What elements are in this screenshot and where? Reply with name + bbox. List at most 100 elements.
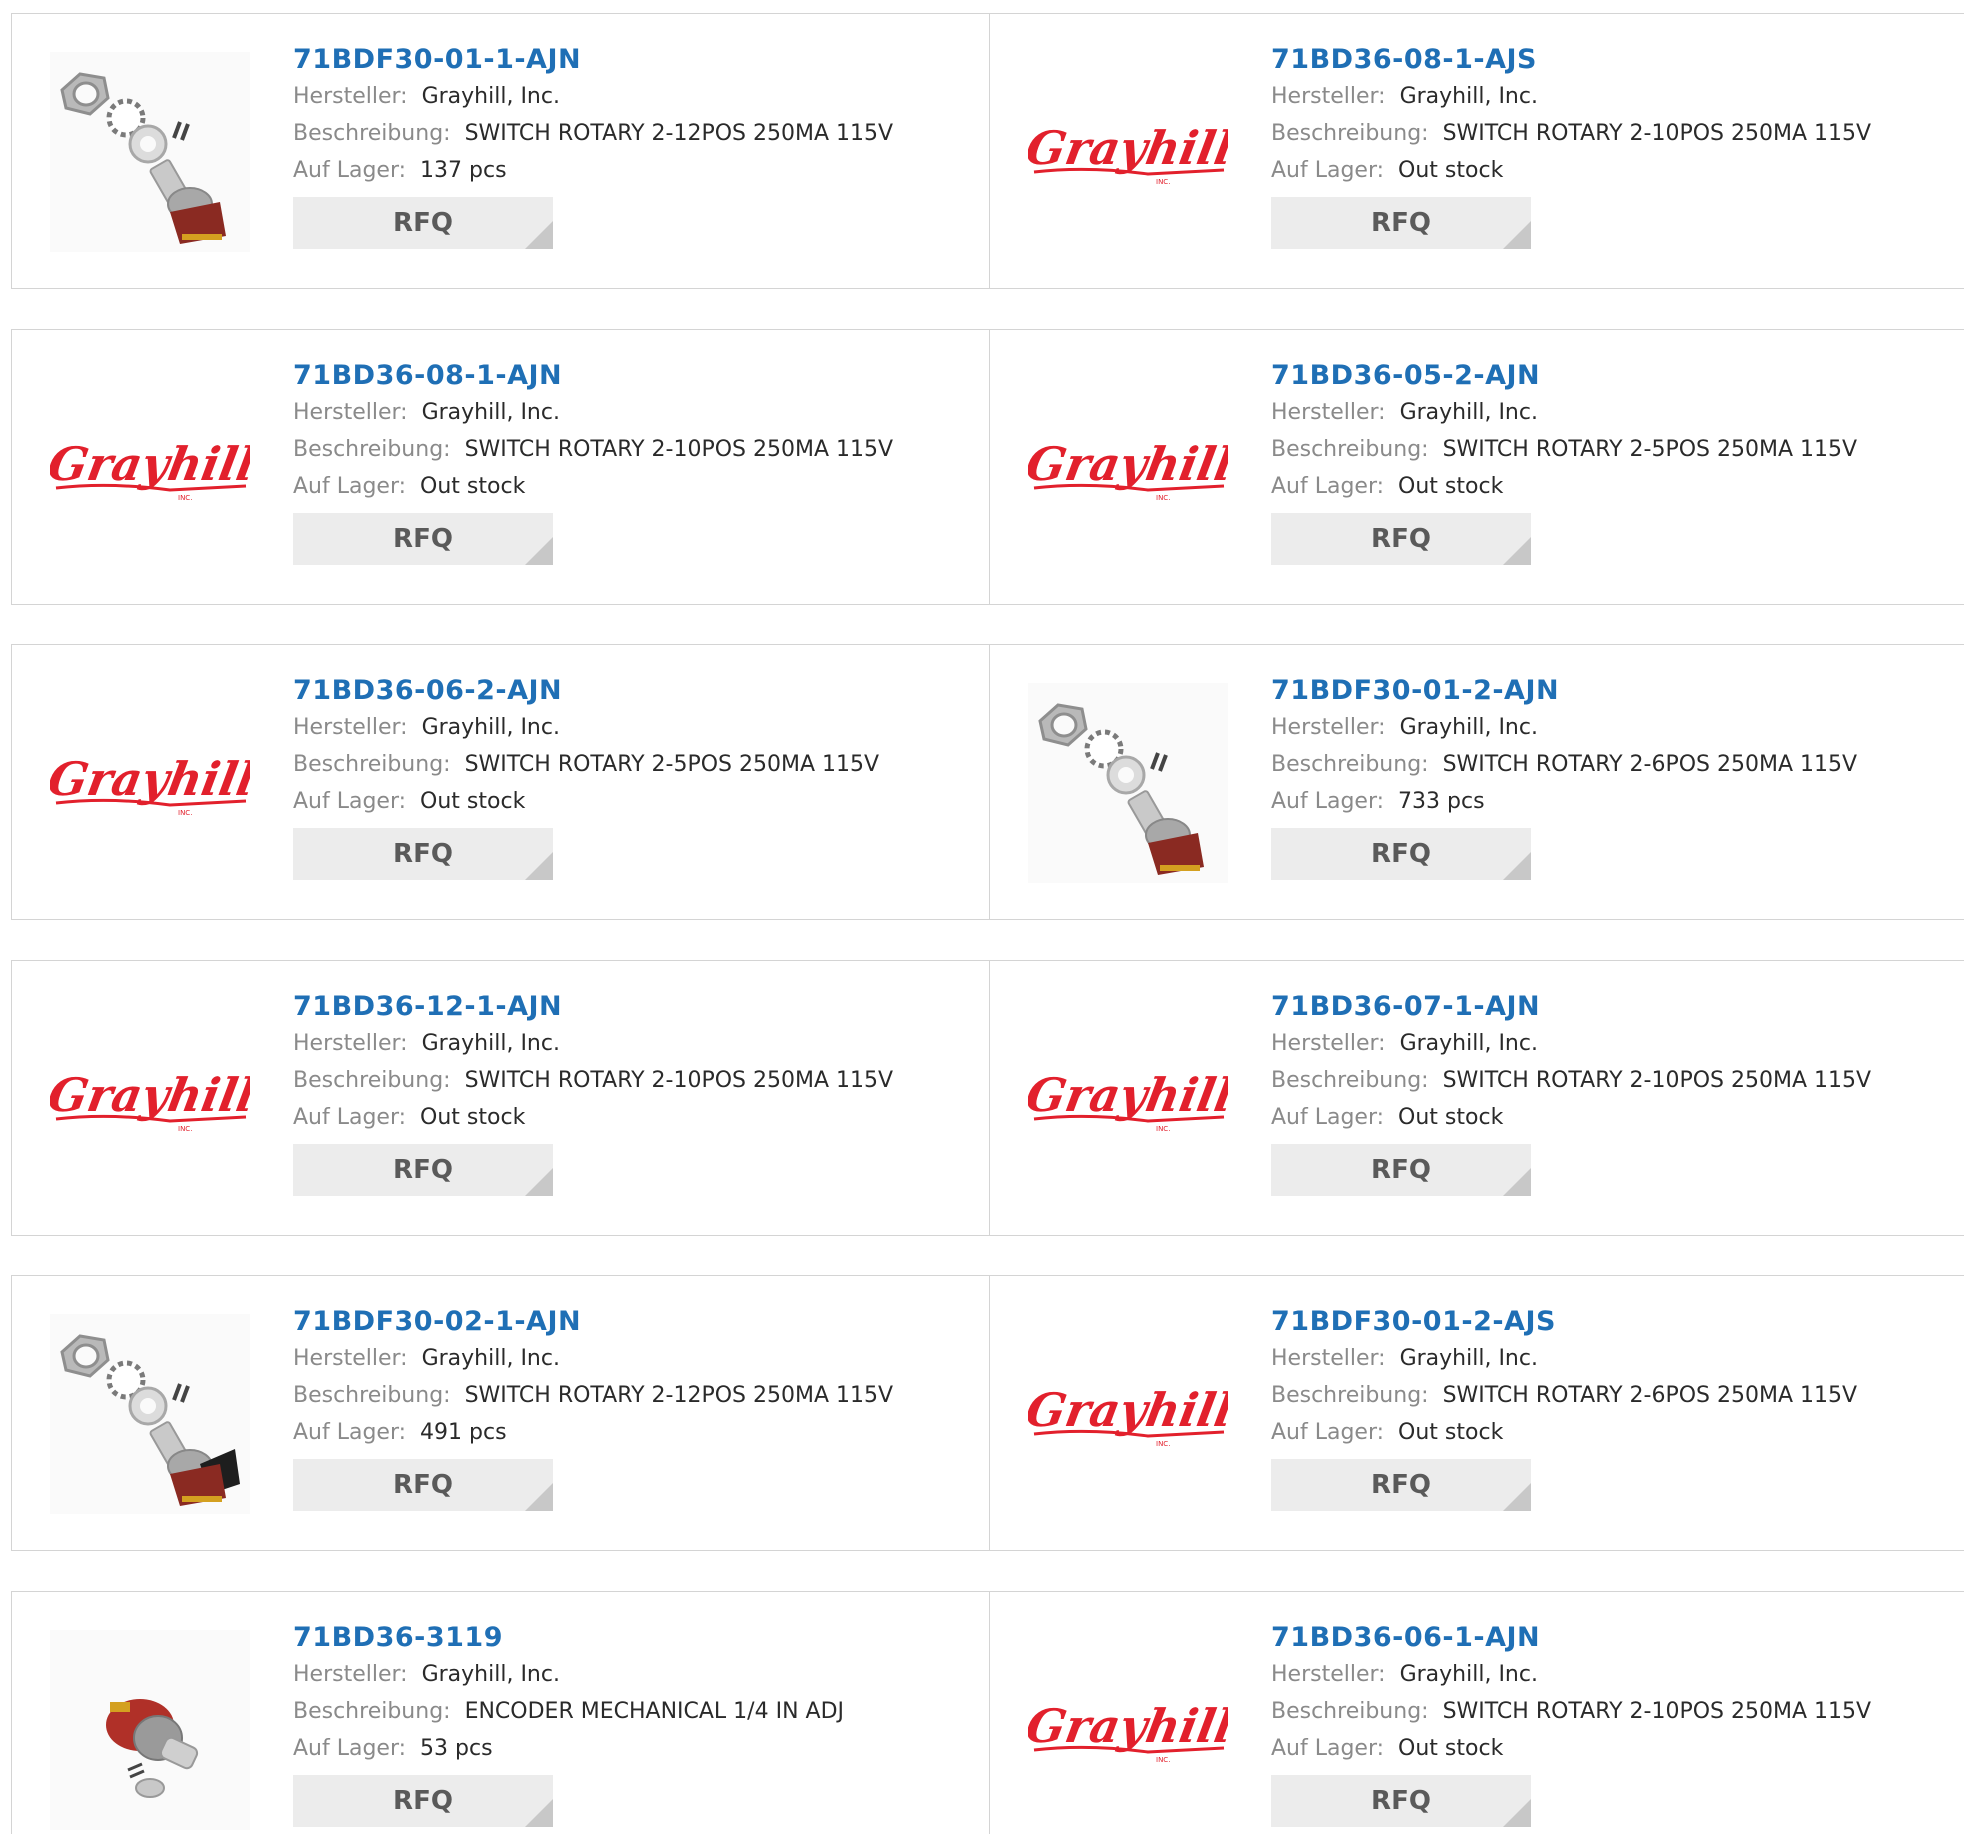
corner-triangle — [1503, 1799, 1531, 1827]
description-line: Beschreibung: SWITCH ROTARY 2-6POS 250MA … — [1271, 1377, 1857, 1414]
stock-value: 137 pcs — [420, 158, 507, 183]
product-image[interactable] — [50, 1314, 250, 1514]
rfq-button[interactable]: RFQ — [1271, 1459, 1531, 1511]
stock-label: Auf Lager: — [293, 1736, 407, 1761]
rfq-button[interactable]: RFQ — [1271, 197, 1531, 249]
logo-sub: INC. — [1156, 1440, 1170, 1448]
grayhill-logo-icon: Grayhill INC. — [50, 1067, 250, 1133]
manufacturer-value: Grayhill, Inc. — [1399, 715, 1538, 740]
manufacturer-line: Hersteller: Grayhill, Inc. — [293, 709, 879, 746]
manufacturer-value: Grayhill, Inc. — [421, 84, 560, 109]
description-label: Beschreibung: — [293, 752, 451, 777]
manufacturer-label: Hersteller: — [293, 715, 408, 740]
part-number-link[interactable]: 71BD36-3119 — [293, 1620, 844, 1656]
product-image[interactable]: Grayhill INC. — [50, 999, 250, 1199]
description-line: Beschreibung: SWITCH ROTARY 2-10POS 250MA… — [293, 431, 893, 468]
product-image[interactable]: Grayhill INC. — [1028, 1630, 1228, 1830]
product-image[interactable] — [50, 1630, 250, 1830]
part-number-link[interactable]: 71BDF30-01-2-AJN — [1271, 673, 1857, 709]
rfq-button[interactable]: RFQ — [293, 197, 553, 249]
rfq-button[interactable]: RFQ — [293, 1144, 553, 1196]
logo-sub: INC. — [178, 494, 192, 502]
part-number-link[interactable]: 71BDF30-02-1-AJN — [293, 1304, 893, 1340]
stock-label: Auf Lager: — [293, 1420, 407, 1445]
logo-sub: INC. — [1156, 1756, 1170, 1764]
part-number-link[interactable]: 71BD36-12-1-AJN — [293, 989, 893, 1025]
part-number-link[interactable]: 71BDF30-01-2-AJS — [1271, 1304, 1857, 1340]
manufacturer-label: Hersteller: — [293, 1346, 408, 1371]
description-line: Beschreibung: SWITCH ROTARY 2-10POS 250MA… — [293, 1062, 893, 1099]
rotary-switch-image-icon — [50, 52, 250, 252]
logo-sub: INC. — [178, 809, 192, 817]
manufacturer-line: Hersteller: Grayhill, Inc. — [293, 1025, 893, 1062]
part-number-link[interactable]: 71BD36-08-1-AJS — [1271, 42, 1871, 78]
logo-text: Grayhill — [50, 436, 250, 491]
manufacturer-line: Hersteller: Grayhill, Inc. — [293, 394, 893, 431]
corner-triangle — [525, 1799, 553, 1827]
manufacturer-label: Hersteller: — [1271, 400, 1386, 425]
manufacturer-value: Grayhill, Inc. — [421, 1031, 560, 1056]
manufacturer-line: Hersteller: Grayhill, Inc. — [1271, 1656, 1871, 1693]
stock-line: Auf Lager: Out stock — [293, 1099, 893, 1136]
product-info: 71BD36-07-1-AJN Hersteller: Grayhill, Inc… — [1271, 989, 1871, 1196]
rfq-button[interactable]: RFQ — [293, 513, 553, 565]
stock-value: Out stock — [1398, 474, 1504, 499]
stock-label: Auf Lager: — [1271, 1420, 1385, 1445]
product-card: Grayhill INC. 71BD36-08-1-AJN Hersteller:… — [12, 330, 990, 604]
stock-value: Out stock — [420, 789, 526, 814]
rfq-button[interactable]: RFQ — [293, 1459, 553, 1511]
manufacturer-label: Hersteller: — [293, 1031, 408, 1056]
grayhill-logo-icon: Grayhill INC. — [1028, 436, 1228, 502]
stock-line: Auf Lager: 137 pcs — [293, 152, 893, 189]
product-image[interactable] — [50, 52, 250, 252]
manufacturer-line: Hersteller: Grayhill, Inc. — [1271, 394, 1857, 431]
description-value: SWITCH ROTARY 2-12POS 250MA 115V — [464, 1383, 894, 1408]
part-number-link[interactable]: 71BDF30-01-1-AJN — [293, 42, 893, 78]
logo-text: Grayhill — [1028, 1698, 1228, 1753]
description-label: Beschreibung: — [293, 437, 451, 462]
description-label: Beschreibung: — [1271, 1068, 1429, 1093]
part-number-link[interactable]: 71BD36-06-2-AJN — [293, 673, 879, 709]
rfq-label: RFQ — [1371, 1155, 1431, 1185]
manufacturer-value: Grayhill, Inc. — [1399, 1031, 1538, 1056]
product-image[interactable]: Grayhill INC. — [1028, 1314, 1228, 1514]
manufacturer-value: Grayhill, Inc. — [1399, 1346, 1538, 1371]
description-label: Beschreibung: — [293, 121, 451, 146]
logo-text: Grayhill — [50, 1067, 250, 1122]
product-image[interactable]: Grayhill INC. — [1028, 999, 1228, 1199]
part-number-link[interactable]: 71BD36-08-1-AJN — [293, 358, 893, 394]
rfq-button[interactable]: RFQ — [293, 828, 553, 880]
part-number-link[interactable]: 71BD36-06-1-AJN — [1271, 1620, 1871, 1656]
grayhill-logo-icon: Grayhill INC. — [1028, 1067, 1228, 1133]
logo-text: Grayhill — [1028, 1067, 1228, 1122]
rfq-button[interactable]: RFQ — [1271, 513, 1531, 565]
logo-text: Grayhill — [1028, 120, 1228, 175]
stock-value: Out stock — [1398, 1105, 1504, 1130]
rfq-button[interactable]: RFQ — [1271, 1144, 1531, 1196]
part-number-link[interactable]: 71BD36-07-1-AJN — [1271, 989, 1871, 1025]
rfq-label: RFQ — [393, 839, 453, 869]
rfq-label: RFQ — [393, 208, 453, 238]
product-image[interactable]: Grayhill INC. — [1028, 368, 1228, 568]
product-info: 71BD36-08-1-AJN Hersteller: Grayhill, Inc… — [293, 358, 893, 565]
part-number-link[interactable]: 71BD36-05-2-AJN — [1271, 358, 1857, 394]
product-image[interactable] — [1028, 683, 1228, 883]
product-info: 71BD36-12-1-AJN Hersteller: Grayhill, Inc… — [293, 989, 893, 1196]
product-card: Grayhill INC. 71BDF30-01-2-AJS Hersteller… — [990, 1276, 1964, 1550]
description-line: Beschreibung: SWITCH ROTARY 2-10POS 250MA… — [1271, 1062, 1871, 1099]
rfq-button[interactable]: RFQ — [1271, 828, 1531, 880]
rfq-label: RFQ — [1371, 1470, 1431, 1500]
product-card: Grayhill INC. 71BD36-08-1-AJS Hersteller:… — [990, 14, 1964, 288]
manufacturer-value: Grayhill, Inc. — [421, 715, 560, 740]
rfq-button[interactable]: RFQ — [1271, 1775, 1531, 1827]
description-value: SWITCH ROTARY 2-10POS 250MA 115V — [1442, 1699, 1872, 1724]
product-image[interactable]: Grayhill INC. — [50, 368, 250, 568]
product-info: 71BD36-06-1-AJN Hersteller: Grayhill, Inc… — [1271, 1620, 1871, 1827]
rfq-button[interactable]: RFQ — [293, 1775, 553, 1827]
rotary-encoder-image-icon — [50, 1630, 250, 1830]
manufacturer-line: Hersteller: Grayhill, Inc. — [1271, 1025, 1871, 1062]
product-image[interactable]: Grayhill INC. — [1028, 52, 1228, 252]
product-image[interactable]: Grayhill INC. — [50, 683, 250, 883]
description-label: Beschreibung: — [293, 1699, 451, 1724]
corner-triangle — [525, 1483, 553, 1511]
